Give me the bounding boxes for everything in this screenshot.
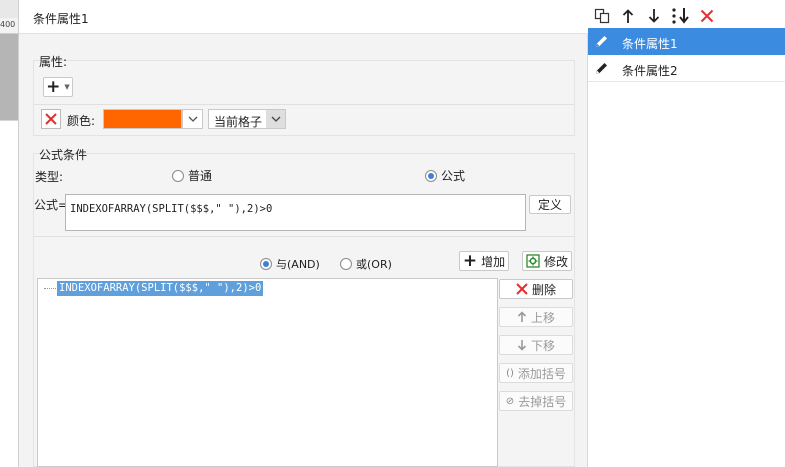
dialog-title-bar: 条件属性1	[19, 0, 588, 34]
arrow-up-icon	[517, 311, 527, 322]
attributes-label: 属性:	[39, 55, 68, 69]
arrow-down-icon	[517, 340, 527, 351]
dialog-title: 条件属性1	[33, 12, 89, 26]
remove-color-attribute-button[interactable]	[41, 109, 61, 129]
move-to-bottom-icon	[672, 8, 689, 24]
chevron-down-icon	[271, 116, 280, 122]
radio-formula-circle	[425, 169, 437, 182]
remove-bracket-icon: ⊘	[505, 395, 515, 407]
radio-or-label: 或(OR)	[356, 258, 392, 271]
radio-and[interactable]: 与(AND)	[260, 256, 320, 272]
bracket-icon: ()	[506, 367, 514, 379]
close-icon	[700, 9, 714, 23]
condition-item-2-label: 条件属性2	[622, 64, 678, 78]
scope-dropdown-arrow	[266, 110, 285, 128]
scope-select[interactable]: 当前格子	[208, 109, 286, 129]
right-panel: 条件属性1 条件属性2	[588, 0, 785, 467]
formula-input[interactable]: INDEXOFARRAY(SPLIT($$$," "),2)>0	[65, 194, 526, 231]
condition-item-1[interactable]: 条件属性1	[588, 28, 785, 55]
ruler-label: 400	[0, 20, 16, 29]
radio-normal-label: 普通	[188, 169, 213, 183]
color-swatch[interactable]	[103, 109, 182, 129]
sheet-area	[0, 34, 18, 120]
delete-item-button[interactable]	[700, 9, 714, 23]
dialog: 条件属性1 属性: + ▼ 颜色: 当前格子 公式条件 类型: 普通 公式 公式…	[18, 0, 588, 467]
move-item-up-button[interactable]	[621, 8, 635, 24]
radio-formula-label: 公式	[441, 169, 466, 183]
add-condition-button[interactable]: + 增加	[459, 251, 509, 271]
radio-and-label: 与(AND)	[276, 258, 320, 271]
plus-icon: +	[46, 76, 61, 97]
remove-bracket-button[interactable]: ⊘ 去掉括号	[499, 391, 573, 411]
radio-or-circle	[340, 258, 352, 270]
modify-condition-label: 修改	[543, 254, 568, 269]
radio-formula[interactable]: 公式	[425, 167, 465, 184]
condition-list-item[interactable]: INDEXOFARRAY(SPLIT($$$," "),2)>0	[57, 281, 264, 296]
condition-item-1-label: 条件属性1	[622, 37, 678, 51]
add-condition-label: 增加	[481, 254, 506, 269]
right-toolbar	[588, 0, 785, 30]
delete-condition-button[interactable]: 删除	[499, 279, 573, 299]
pencil-icon	[596, 63, 607, 74]
type-label: 类型:	[35, 170, 64, 184]
dropdown-arrow-icon: ▼	[64, 83, 70, 91]
formula-input-value: INDEXOFARRAY(SPLIT($$$," "),2)>0	[70, 203, 273, 215]
condition-item-2[interactable]: 条件属性2	[588, 55, 785, 82]
formula-equals-label: 公式=	[34, 198, 69, 212]
close-icon	[516, 283, 528, 295]
radio-or[interactable]: 或(OR)	[340, 256, 392, 272]
arrow-up-icon	[622, 9, 634, 23]
radio-and-circle	[260, 258, 272, 270]
modify-condition-button[interactable]: 修改	[522, 251, 572, 271]
remove-bracket-label: 去掉括号	[518, 394, 567, 409]
copy-button[interactable]	[594, 8, 610, 24]
define-button[interactable]: 定义	[529, 195, 571, 214]
formula-condition-label: 公式条件	[39, 148, 88, 162]
ruler: 400	[0, 18, 18, 34]
define-button-label: 定义	[537, 198, 562, 212]
add-attribute-button[interactable]: + ▼	[43, 77, 73, 97]
move-item-down-button[interactable]	[647, 8, 661, 24]
delete-condition-label: 删除	[531, 282, 556, 297]
move-to-bottom-button[interactable]	[671, 7, 691, 25]
move-up-label: 上移	[530, 310, 555, 325]
sheet-white	[0, 120, 18, 467]
move-down-label: 下移	[530, 338, 555, 353]
edit-condition-icon	[526, 254, 540, 268]
color-dropdown-button[interactable]	[182, 109, 203, 129]
radio-normal-circle	[172, 169, 184, 182]
formula-divider	[33, 236, 575, 237]
color-label: 颜色:	[67, 114, 96, 128]
add-bracket-button[interactable]: () 添加括号	[499, 363, 573, 383]
add-bracket-label: 添加括号	[517, 366, 566, 381]
move-up-button[interactable]: 上移	[499, 307, 573, 327]
plus-icon: +	[462, 250, 478, 271]
move-down-button[interactable]: 下移	[499, 335, 573, 355]
copy-icon	[594, 8, 610, 24]
condition-list[interactable]: INDEXOFARRAY(SPLIT($$$," "),2)>0	[37, 278, 498, 467]
radio-normal[interactable]: 普通	[172, 167, 212, 184]
arrow-down-icon	[648, 9, 660, 23]
close-icon	[45, 113, 57, 125]
scope-value: 当前格子	[214, 115, 263, 129]
chevron-down-icon	[188, 116, 197, 122]
condition-tree-line	[44, 288, 56, 289]
pencil-icon	[596, 36, 607, 47]
